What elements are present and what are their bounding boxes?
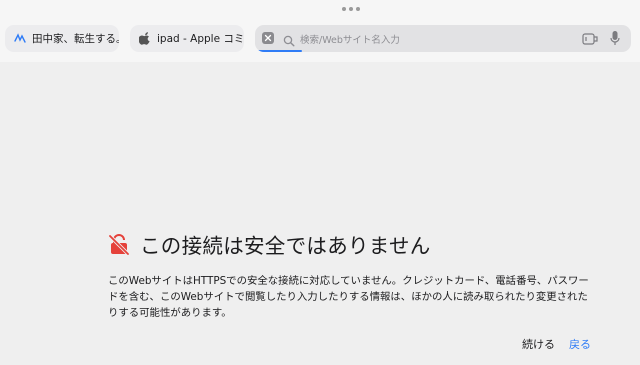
warning-title: この接続は安全ではありません [140, 234, 431, 258]
close-icon [264, 34, 272, 42]
clear-tab-button[interactable] [262, 32, 274, 44]
address-placeholder: 検索/Webサイト名入力 [300, 35, 400, 46]
tab-tanaka[interactable]: 田中家、転生する。 [5, 25, 119, 52]
window-menu-dots[interactable] [342, 7, 360, 11]
tanaka-favicon-icon [13, 32, 27, 46]
tab-title: 田中家、転生する。 [32, 33, 119, 45]
back-button[interactable]: 戻る [569, 336, 591, 352]
apple-icon [138, 32, 152, 46]
insecure-connection-warning: この接続は安全ではありません このWebサイトはHTTPSでの安全な接続に対応し… [108, 229, 593, 321]
browser-toolbar: 田中家、転生する。 ipad - Apple コミュニ 検索/Webサイト名入力 [0, 0, 640, 62]
search-icon [283, 32, 295, 51]
continue-button[interactable]: 続ける [522, 336, 555, 352]
page-load-progress [257, 50, 303, 52]
microphone-icon[interactable] [610, 30, 620, 50]
unlocked-warning-icon [108, 233, 130, 256]
address-bar[interactable]: 検索/Webサイト名入力 [255, 25, 631, 52]
tab-apple-community[interactable]: ipad - Apple コミュニ [130, 25, 244, 52]
tab-title: ipad - Apple コミュニ [157, 33, 244, 45]
warning-message: このWebサイトはHTTPSでの安全な接続に対応していません。クレジットカード、… [108, 275, 589, 319]
extensions-icon[interactable] [582, 31, 598, 50]
